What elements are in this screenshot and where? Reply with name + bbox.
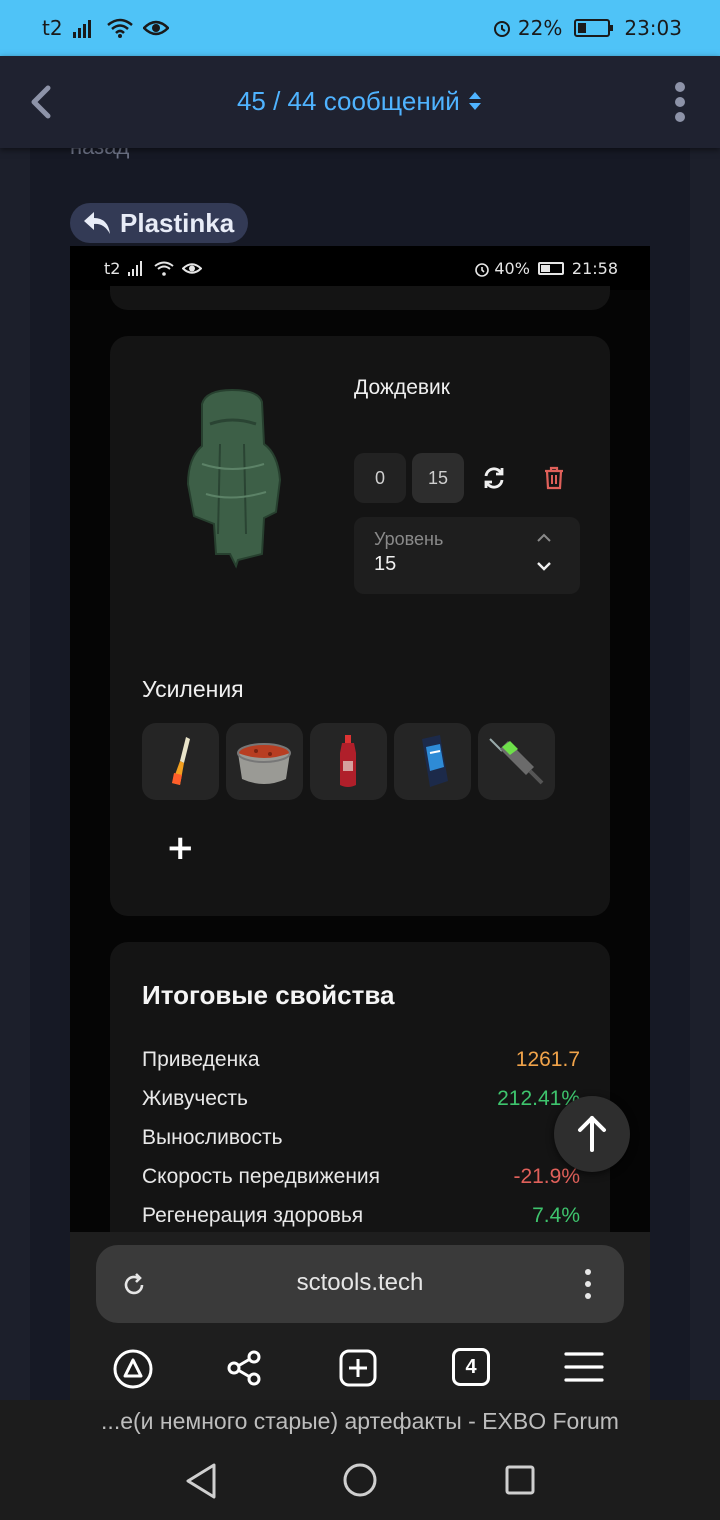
property-value: 7.4% [532,1204,580,1227]
page-caption: ...е(и немного старые) артефакты - EXBO … [0,1400,720,1444]
total-properties-card: Итоговые свойства Приведенка 1261.7 Живу… [110,942,610,1236]
syringe-icon [489,738,544,785]
arrow-up-icon [578,1116,606,1152]
attached-screenshot[interactable]: t2 40% 21:58 Дождевик 0 15 Уровень 15 Ус… [70,246,650,1236]
more-menu-button[interactable] [670,82,690,126]
boost-slot-3[interactable] [310,723,387,800]
sort-icon [469,92,482,110]
scroll-to-top-button[interactable] [554,1096,630,1172]
refresh-icon[interactable] [480,464,508,492]
recents-square-icon[interactable] [504,1464,536,1496]
screenshot-eye-icon [182,263,203,274]
property-name: Скорость передвижения [142,1165,381,1188]
back-triangle-icon[interactable] [184,1462,218,1500]
screenshot-wifi-icon [154,261,175,276]
energy-can-icon [422,735,448,787]
hamburger-menu-icon[interactable] [564,1350,604,1384]
raincoat-suit-icon [186,388,282,569]
alice-icon[interactable] [112,1348,154,1390]
property-row: Регенерация здоровья 7.4% [142,1204,580,1228]
boost-slot-1[interactable] [142,723,219,800]
share-icon[interactable] [224,1348,264,1388]
message-counter-label: 45 / 44 сообщений [236,86,460,116]
reply-icon [84,212,110,234]
properties-title: Итоговые свойства [142,980,395,1010]
bottle-icon [172,737,190,785]
home-circle-icon[interactable] [342,1462,378,1498]
trash-icon[interactable] [540,464,568,492]
item-name: Дождевик [354,376,450,399]
boost-slot-5[interactable] [478,723,555,800]
level-stepper[interactable]: Уровень 15 [354,517,580,594]
property-row: Выносливость 16 [142,1126,580,1150]
forum-header: 45 / 44 сообщений [0,56,720,148]
address-bar[interactable]: sctools.tech [96,1245,624,1323]
level-label: Уровень [374,529,444,549]
battery-percent: 22% [517,16,563,40]
item-card: Дождевик 0 15 Уровень 15 Усиления + [110,336,610,916]
screenshot-clock: 21:58 [571,259,618,278]
wifi-icon [106,18,133,38]
screenshot-signal-icon [128,261,143,276]
screenshot-carrier: t2 [104,259,121,278]
property-row: Скорость передвижения -21.9% [142,1165,580,1189]
status-bar: t2 22% 23:03 [0,0,720,56]
property-name: Живучесть [142,1087,248,1110]
screenshot-battery-percent: 40% [494,259,530,278]
property-row: Приведенка 1261.7 [142,1048,580,1072]
boosts-title: Усиления [142,676,244,702]
new-tab-icon[interactable] [338,1348,378,1388]
reply-mention[interactable]: Plastinka [70,203,249,243]
battery-icon [574,19,614,37]
url-text: sctools.tech [296,1269,424,1296]
signal-icon [72,20,91,38]
chevron-down-icon[interactable] [534,559,554,573]
screenshot-battery-icon [537,262,564,275]
screenshot-alarm-icon [475,262,490,277]
alarm-icon [493,21,510,37]
level-min-button[interactable]: 0 [354,453,406,503]
pot-icon [237,743,291,784]
clock: 23:03 [624,16,682,40]
screenshot-status-bar: t2 40% 21:58 [70,246,650,290]
level-value: 15 [374,553,397,575]
carrier-label: t2 [42,16,63,40]
previous-card-edge [110,286,610,310]
flask-icon [340,735,356,787]
mention-username: Plastinka [120,207,235,238]
boost-slot-4[interactable] [394,723,471,800]
property-name: Приведенка [142,1048,260,1071]
property-value: 1261.7 [515,1048,580,1071]
browser-toolbar: sctools.tech 4 [70,1232,650,1400]
property-name: Регенерация здоровья [142,1204,364,1227]
property-name: Выносливость [142,1126,283,1149]
level-max-button[interactable]: 15 [412,453,464,503]
system-navigation-bar [0,1444,720,1520]
property-row: Живучесть 212.41% [142,1087,580,1111]
chevron-up-icon[interactable] [534,531,554,545]
browser-menu-icon[interactable] [578,1267,598,1301]
tabs-counter-button[interactable]: 4 [452,1348,490,1386]
add-boost-button[interactable]: + [166,828,195,868]
boost-slot-2[interactable] [226,723,303,800]
message-counter[interactable]: 45 / 44 сообщений [0,86,720,117]
eye-icon [142,20,169,36]
